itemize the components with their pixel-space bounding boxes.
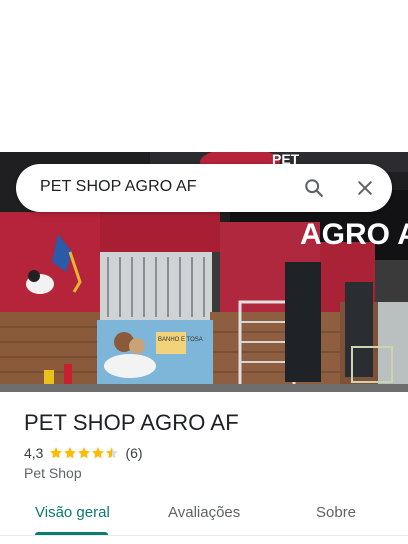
poster-text: BANHO E TOSA xyxy=(158,337,203,343)
star-icon xyxy=(92,447,105,459)
place-category[interactable]: Pet Shop xyxy=(24,465,82,481)
rating-row[interactable]: 4,3 (6) xyxy=(24,444,143,462)
review-count[interactable]: (6) xyxy=(125,445,142,461)
tab-reviews[interactable]: Avaliações xyxy=(168,504,240,521)
star-icon xyxy=(78,447,91,459)
search-query-text[interactable]: PET SHOP AGRO AF xyxy=(40,178,197,196)
map-blank-area xyxy=(0,0,408,152)
star-icon xyxy=(50,447,63,459)
rating-value: 4,3 xyxy=(24,445,44,461)
tabs-divider xyxy=(0,535,408,536)
search-bar[interactable]: PET SHOP AGRO AF xyxy=(16,164,392,212)
tab-overview[interactable]: Visão geral xyxy=(35,504,110,521)
search-icon[interactable] xyxy=(302,176,326,200)
tab-about[interactable]: Sobre xyxy=(316,504,356,521)
star-half-icon xyxy=(106,447,119,459)
place-tabs: Visão geral Avaliações Sobre xyxy=(0,494,408,538)
rating-stars xyxy=(49,446,119,460)
star-icon xyxy=(64,447,77,459)
place-title: PET SHOP AGRO AF xyxy=(24,410,239,435)
close-icon[interactable] xyxy=(353,176,377,200)
sign-text: AGRO AF xyxy=(300,218,408,251)
